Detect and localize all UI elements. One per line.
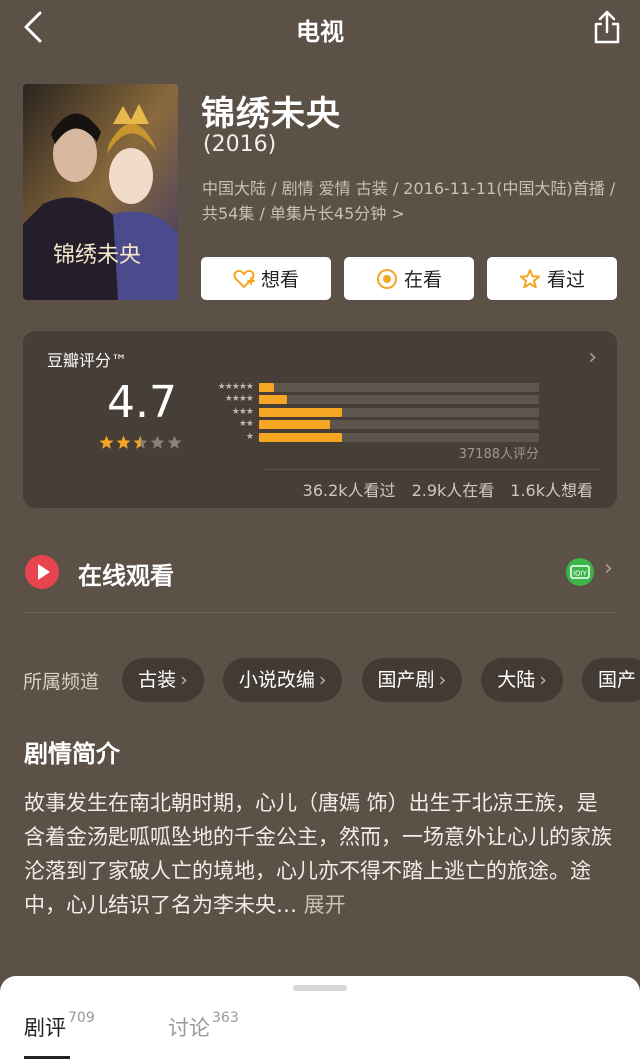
rating-bar-stars: ★★★ — [231, 406, 254, 417]
rating-bar-stars: ★★★★ — [224, 394, 254, 405]
channel-chip[interactable]: 大陆 › — [481, 658, 563, 702]
rating-bar-track — [259, 407, 539, 417]
want-to-watch-label: 想看 — [260, 269, 299, 291]
rating-bar-fill — [259, 432, 342, 442]
channel-chip[interactable]: 国产剧 › — [361, 658, 463, 702]
rating-bar-track — [259, 395, 539, 405]
channel-chip[interactable]: 小说改编 › — [222, 658, 343, 702]
rating-card[interactable]: 豆瓣评分™ › 4.7 ★★★★★ ★★★★ ★★★ ★★ ★ 37188人评分 36.… — [23, 331, 617, 508]
svg-text:iQIY: iQIY — [573, 570, 588, 578]
show-year: (2016) — [203, 132, 277, 157]
active-tab-indicator — [24, 1056, 70, 1059]
watching-label: 在看 — [403, 269, 442, 291]
watching-icon — [376, 268, 397, 289]
rating-label: 豆瓣评分™ — [47, 351, 128, 370]
star-icon — [167, 435, 182, 449]
channel-chip[interactable]: 古装 › — [122, 658, 204, 702]
drag-handle[interactable] — [293, 985, 347, 991]
watched-label: 看过 — [546, 269, 585, 291]
online-watch-row[interactable]: 在线观看 iQIY › — [0, 540, 640, 610]
divider — [263, 469, 601, 470]
chevron-right-icon: › — [604, 556, 613, 581]
want-to-watch-button[interactable]: 想看 — [201, 257, 331, 300]
action-buttons: 想看 在看 看过 — [201, 257, 617, 300]
rating-bar-track — [259, 432, 539, 442]
tab-reviews[interactable]: 剧评 709 — [24, 1010, 95, 1042]
channels-row: 所属频道 古装 › 小说改编 › 国产剧 › 大陆 › 国产 — [23, 658, 640, 704]
online-watch-label: 在线观看 — [78, 562, 174, 590]
tab-discussions[interactable]: 讨论 363 — [168, 1010, 239, 1042]
chevron-right-icon: › — [588, 345, 597, 370]
heart-plus-icon — [233, 269, 255, 288]
rating-bar-stars: ★★ — [238, 419, 254, 430]
star-outline-icon — [519, 268, 541, 288]
show-poster[interactable]: 锦绣未央 — [23, 84, 178, 300]
show-title: 锦绣未央 — [201, 94, 341, 134]
rating-score: 4.7 — [107, 377, 177, 428]
divider — [23, 612, 617, 613]
rating-bar-track — [259, 420, 539, 430]
synopsis-text: 故事发生在南北朝时期，心儿（唐嫣 饰）出生于北凉王族，是含着金汤匙呱呱坠地的千金… — [24, 786, 618, 922]
watched-button[interactable]: 看过 — [487, 257, 617, 300]
iqiyi-icon: iQIY — [566, 558, 594, 586]
rating-bar-stars: ★★★★★ — [217, 382, 254, 392]
top-bar: 电视 — [0, 0, 640, 56]
play-icon — [25, 555, 59, 589]
rating-bar-track — [259, 383, 539, 392]
rating-bar-stars: ★ — [245, 431, 254, 442]
channels-label: 所属频道 — [23, 670, 100, 693]
rating-bar-fill — [259, 383, 275, 392]
synopsis-title: 剧情简介 — [24, 740, 120, 768]
star-icon — [133, 435, 148, 449]
rating-bar-fill — [259, 407, 342, 417]
star-icon — [150, 435, 165, 449]
page-title: 电视 — [296, 18, 344, 46]
star-icon — [116, 435, 131, 449]
expand-link[interactable]: 展开 — [304, 893, 346, 917]
show-meta[interactable]: 中国大陆 / 剧情 爱情 古装 / 2016-11-11(中国大陆)首播 / 共… — [202, 176, 622, 226]
want-count: 1.6k人想看 — [510, 481, 593, 500]
svg-text:锦绣未央: 锦绣未央 — [53, 243, 141, 268]
watching-button[interactable]: 在看 — [344, 257, 474, 300]
rating-stars — [99, 435, 182, 450]
bottom-sheet[interactable]: 剧评 709 讨论 363 — [0, 976, 640, 1062]
share-icon[interactable] — [590, 8, 624, 46]
watch-stats: 36.2k人看过 2.9k人在看 1.6k人想看 — [303, 477, 593, 501]
rating-count: 37188人评分 — [458, 447, 539, 462]
watched-count: 36.2k人看过 — [302, 481, 396, 500]
watching-count: 2.9k人在看 — [411, 481, 495, 500]
rating-bar-fill — [259, 395, 287, 405]
rating-bar-fill — [259, 420, 331, 430]
channel-chip[interactable]: 国产 — [581, 658, 640, 702]
star-icon — [99, 435, 114, 449]
